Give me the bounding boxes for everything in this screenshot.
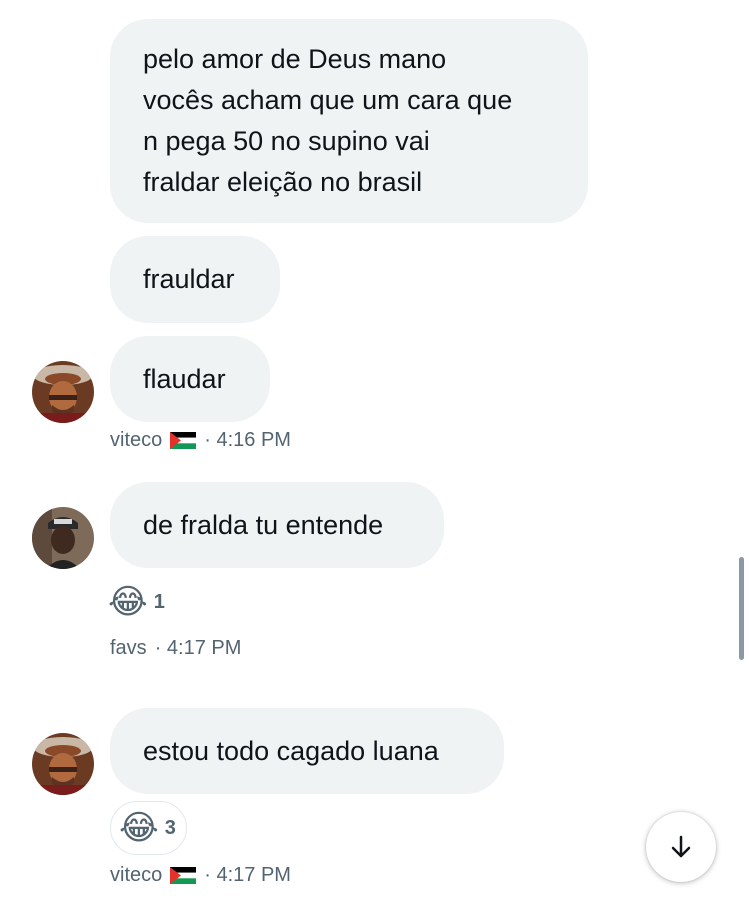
sender-name[interactable]: viteco bbox=[110, 429, 162, 452]
timestamp: · 4:17 PM bbox=[204, 864, 291, 886]
arrow-down-icon bbox=[671, 835, 691, 858]
message-text: de fralda tu entende bbox=[143, 509, 384, 540]
reaction[interactable]: 😂 3 bbox=[110, 801, 187, 855]
message-text: estou todo cagado luana bbox=[143, 735, 439, 766]
message-meta: viteco · 4:17 PM bbox=[110, 864, 291, 887]
palestine-flag-icon bbox=[170, 867, 197, 884]
message-text: pelo amor de Deus mano vocês acham que u… bbox=[143, 44, 513, 197]
message-text: frauldar bbox=[143, 264, 235, 294]
laughing-emoji-icon: 😂 bbox=[119, 809, 159, 847]
sender-name[interactable]: favs bbox=[110, 637, 147, 660]
sender-name[interactable]: viteco bbox=[110, 864, 162, 887]
avatar[interactable] bbox=[32, 361, 94, 423]
reaction[interactable]: 😂 1 bbox=[108, 582, 165, 622]
message-bubble[interactable]: de fralda tu entende bbox=[110, 482, 444, 568]
avatar[interactable] bbox=[32, 507, 94, 569]
laughing-emoji-icon: 😂 bbox=[108, 583, 148, 621]
avatar[interactable] bbox=[32, 733, 94, 795]
timestamp: · 4:16 PM bbox=[204, 429, 291, 451]
reaction-count: 1 bbox=[153, 590, 165, 613]
message-text: flaudar bbox=[143, 363, 226, 394]
message-bubble[interactable]: frauldar bbox=[110, 236, 280, 323]
message-bubble[interactable]: pelo amor de Deus mano vocês acham que u… bbox=[110, 19, 588, 223]
scroll-to-bottom-button[interactable] bbox=[646, 812, 716, 882]
scrollbar-thumb[interactable] bbox=[739, 557, 744, 660]
timestamp: · 4:17 PM bbox=[154, 637, 242, 659]
reaction-count: 3 bbox=[164, 816, 176, 839]
message-meta: favs · 4:17 PM bbox=[110, 637, 241, 660]
message-meta: viteco · 4:16 PM bbox=[110, 429, 291, 452]
message-bubble[interactable]: flaudar bbox=[110, 336, 270, 422]
message-bubble[interactable]: estou todo cagado luana bbox=[110, 708, 504, 794]
palestine-flag-icon bbox=[170, 432, 197, 449]
